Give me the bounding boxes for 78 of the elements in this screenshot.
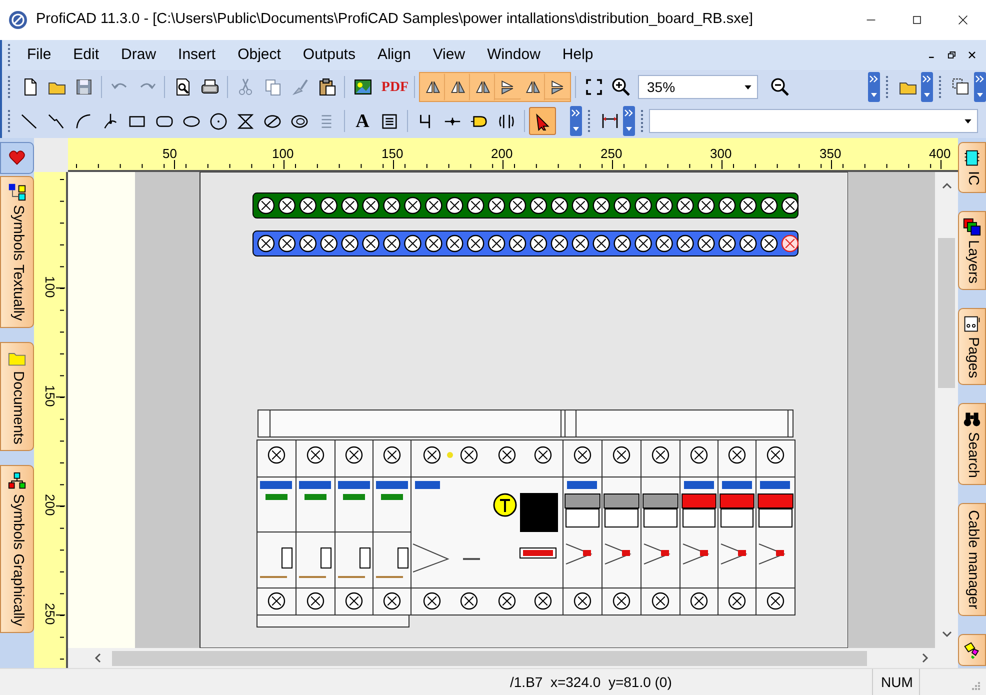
dock-tab[interactable]: IC [958,142,986,192]
cursor-position: /1.B7 x=324.0 y=81.0 (0) [510,672,672,692]
dock-tab[interactable]: Pages [958,308,986,386]
heart-icon [8,149,26,167]
menu-item[interactable]: Help [551,40,604,70]
menu-item[interactable]: Window [476,40,552,70]
menu-item[interactable]: View [422,40,476,70]
dock-tab[interactable]: Search [958,403,986,486]
ruler-label: 150 [382,145,404,163]
toolbar-overflow-button[interactable] [570,106,582,136]
ruler-label: 350 [820,145,842,163]
line-icon [20,112,39,130]
ruler-corner [34,138,68,172]
dock-tab[interactable]: Symbols Graphically [0,465,34,634]
dock-tab[interactable]: Cable manager [958,503,986,616]
dock-tab[interactable]: Layers [958,210,986,290]
ruler-label: 100 [272,145,294,163]
toolbar-overflow-button[interactable] [921,72,933,102]
menu-item[interactable]: Draw [110,40,168,70]
copy-icon[interactable] [262,77,282,97]
toolbar-overflow-button[interactable] [868,72,880,102]
app-logo-icon [8,10,28,30]
zoom-in-icon[interactable] [610,77,630,97]
zoom-combo[interactable]: 35% [638,75,758,99]
ruler-label: 200 [491,145,513,163]
dock-tab[interactable] [0,142,34,174]
zoom-value: 35% [646,78,676,96]
ruler-label: 250 [600,145,622,163]
colored-squares-icon [8,183,26,201]
keyboard-indicator: NUM [872,668,920,695]
stacked-squares-icon [963,218,981,236]
ruler-label: 250 [42,603,58,625]
size-grip-icon [970,680,982,692]
scrollbar-thumb[interactable] [938,238,955,388]
close-icon[interactable] [956,13,970,27]
ruler-label: 400 [929,145,951,163]
ruler-label: 50 [162,145,177,163]
menu-item[interactable]: Object [226,40,292,70]
close-icon[interactable] [966,49,978,61]
chip-icon [963,149,981,167]
menu-item[interactable]: File [16,40,62,70]
ruler-label: 150 [42,385,58,407]
dock-tab[interactable]: Documents [0,342,34,452]
toolbar-overflow-button[interactable] [974,72,986,102]
tags-icon [963,641,981,660]
tree-diagram-icon [8,472,26,490]
frame-icon[interactable] [950,77,970,97]
dock-tab[interactable] [958,634,986,666]
arc-icon [74,112,93,130]
picture-icon[interactable] [352,77,372,97]
dock-tab[interactable]: Symbols Textually [0,176,34,328]
arrow-pointer-icon [533,112,552,130]
dimension-icon[interactable] [600,111,620,131]
maximize-icon[interactable] [910,13,924,27]
zoom-out-icon[interactable] [770,77,790,97]
menu-item[interactable]: Insert [167,40,227,70]
binoculars-icon [963,410,981,428]
text-box-icon [380,112,399,130]
pdf-export-button[interactable]: PDF [380,73,410,101]
fullscreen-icon[interactable] [584,77,604,97]
window-title: ProfiCAD 11.3.0 - [C:\Users\Public\Documents\ProfiCAD Samples\power intallations\distribution_board_RB.sxe] [36,10,753,30]
drawing-canvas[interactable] [68,172,935,648]
ruler-label: 200 [42,494,58,516]
text-tool-button[interactable]: A [349,107,376,135]
scrollbar-thumb[interactable] [112,650,867,666]
clipboard-icon[interactable] [316,77,336,97]
page-icon [963,315,981,334]
ruler-label: 300 [710,145,732,163]
ruler-label: 100 [42,276,58,298]
restore-icon[interactable] [946,49,958,61]
circle-icon [209,112,228,130]
toolbar-overflow-button[interactable] [623,106,635,136]
hourglass-icon [236,112,255,130]
menu-item[interactable]: Align [366,40,422,70]
drawing-tool-button[interactable] [529,107,556,135]
menu-item[interactable]: Edit [62,40,110,70]
menu-item[interactable]: Outputs [292,40,366,70]
polyline-icon [47,112,66,130]
